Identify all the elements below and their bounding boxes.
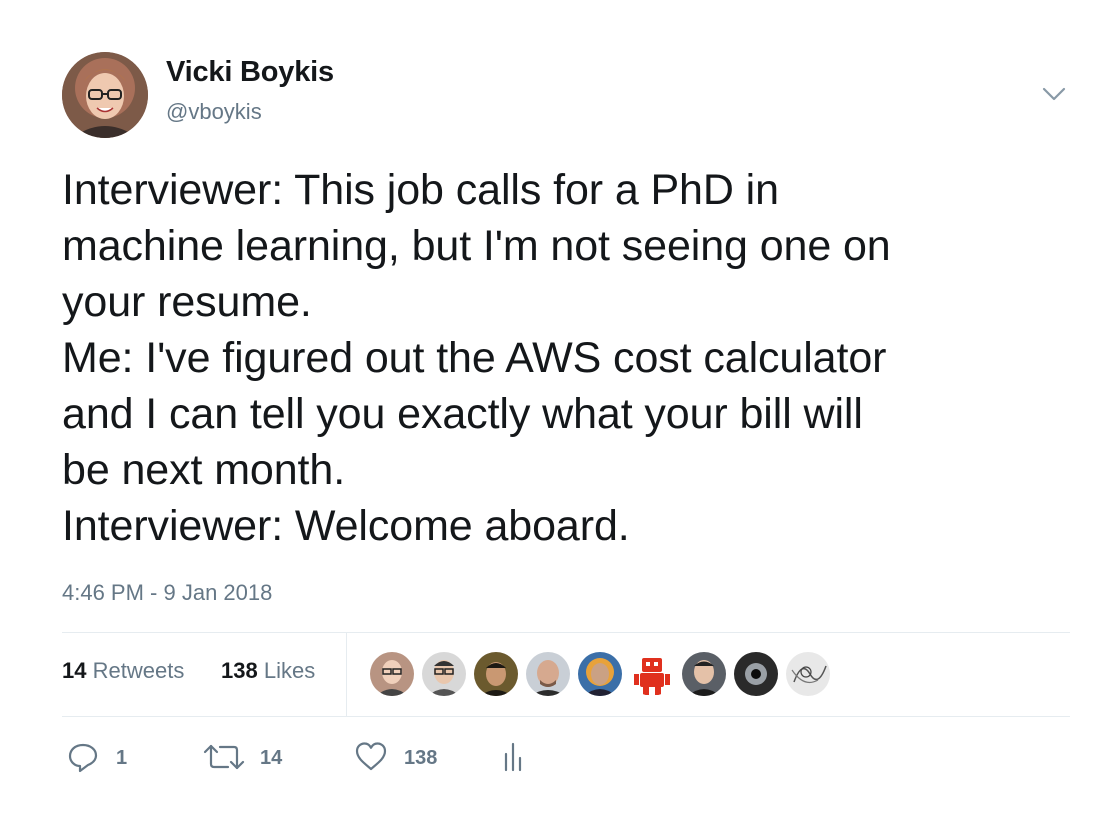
divider — [62, 632, 1070, 633]
like-count: 138 — [404, 747, 438, 769]
liker-avatar-2-icon[interactable] — [422, 652, 466, 696]
liker-avatar-3-icon[interactable] — [474, 652, 518, 696]
likes-label: Likes — [263, 658, 316, 683]
tweet-text-line: Me: I've figured out the AWS cost calcul… — [62, 334, 887, 382]
retweets-count: 14 — [62, 658, 87, 683]
reply-icon — [68, 743, 98, 773]
tweet-text-line: machine learning, but I'm not seeing one… — [62, 222, 891, 270]
liker-avatar-1-icon[interactable] — [370, 652, 414, 696]
tweet-timestamp[interactable]: 4:46 PM - 9 Jan 2018 — [62, 580, 272, 606]
tweet-text-line: Interviewer: Welcome aboard. — [62, 502, 630, 550]
likes-stat[interactable]: 138 Likes — [221, 658, 315, 684]
user-avatar-icon[interactable] — [62, 52, 148, 138]
retweets-label: Retweets — [92, 658, 185, 683]
heart-icon — [355, 742, 387, 771]
liker-avatar-4-icon[interactable] — [526, 652, 570, 696]
robot-avatar-icon[interactable] — [630, 652, 674, 696]
likes-count: 138 — [221, 658, 258, 683]
sketch-avatar-icon[interactable] — [786, 652, 830, 696]
retweet-count: 14 — [260, 747, 283, 769]
divider — [62, 716, 1070, 717]
liker-avatar-7-icon[interactable] — [682, 652, 726, 696]
divider — [346, 633, 347, 716]
chevron-down-icon[interactable] — [1036, 80, 1072, 108]
dark-circle-avatar-icon[interactable] — [734, 652, 778, 696]
retweets-stat[interactable]: 14 Retweets — [62, 658, 184, 684]
tweet-text-line: your resume. — [62, 278, 312, 326]
author-display-name[interactable]: Vicki Boykis — [166, 56, 334, 89]
analytics-icon — [504, 742, 522, 772]
tweet-text-line: and I can tell you exactly what your bil… — [62, 390, 863, 438]
reply-count: 1 — [116, 747, 128, 769]
tweet-text: Interviewer: This job calls for a PhD in… — [62, 162, 1072, 554]
tweet-card: Vicki Boykis @vboykis Interviewer: This … — [0, 0, 1112, 814]
author-handle[interactable]: @vboykis — [166, 99, 262, 125]
liker-avatar-5-icon[interactable] — [578, 652, 622, 696]
tweet-text-line: be next month. — [62, 446, 346, 494]
retweet-icon — [203, 744, 245, 770]
tweet-text-line: Interviewer: This job calls for a PhD in — [62, 166, 779, 214]
